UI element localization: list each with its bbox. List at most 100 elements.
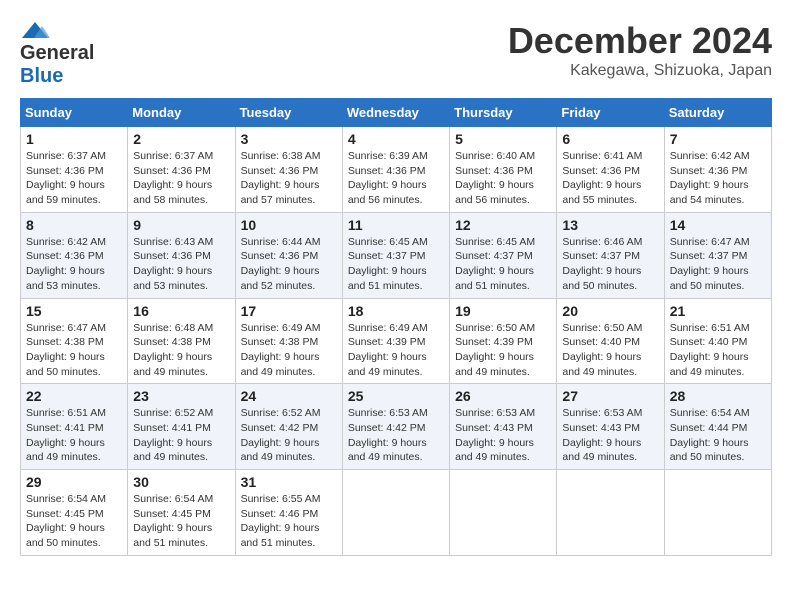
day-info: Sunrise: 6:39 AMSunset: 4:36 PMDaylight:…	[348, 149, 444, 208]
calendar-cell: 5 Sunrise: 6:40 AMSunset: 4:36 PMDaylight…	[450, 127, 557, 213]
calendar-cell	[342, 470, 449, 556]
day-info: Sunrise: 6:43 AMSunset: 4:36 PMDaylight:…	[133, 235, 229, 294]
weekday-header-cell: Monday	[128, 99, 235, 127]
day-number: 23	[133, 388, 229, 404]
day-number: 17	[241, 303, 337, 319]
day-info: Sunrise: 6:45 AMSunset: 4:37 PMDaylight:…	[348, 235, 444, 294]
calendar-cell: 26 Sunrise: 6:53 AMSunset: 4:43 PMDayligh…	[450, 384, 557, 470]
day-number: 29	[26, 474, 122, 490]
day-info: Sunrise: 6:55 AMSunset: 4:46 PMDaylight:…	[241, 492, 337, 551]
day-info: Sunrise: 6:42 AMSunset: 4:36 PMDaylight:…	[26, 235, 122, 294]
calendar-week-row: 1 Sunrise: 6:37 AMSunset: 4:36 PMDaylight…	[21, 127, 772, 213]
calendar-cell: 4 Sunrise: 6:39 AMSunset: 4:36 PMDaylight…	[342, 127, 449, 213]
calendar-week-row: 22 Sunrise: 6:51 AMSunset: 4:41 PMDayligh…	[21, 384, 772, 470]
day-info: Sunrise: 6:49 AMSunset: 4:38 PMDaylight:…	[241, 321, 337, 380]
day-info: Sunrise: 6:48 AMSunset: 4:38 PMDaylight:…	[133, 321, 229, 380]
day-number: 16	[133, 303, 229, 319]
calendar-cell: 17 Sunrise: 6:49 AMSunset: 4:38 PMDayligh…	[235, 298, 342, 384]
day-number: 11	[348, 217, 444, 233]
calendar-cell	[664, 470, 771, 556]
day-number: 15	[26, 303, 122, 319]
calendar-body: 1 Sunrise: 6:37 AMSunset: 4:36 PMDaylight…	[21, 127, 772, 556]
day-number: 21	[670, 303, 766, 319]
day-number: 2	[133, 131, 229, 147]
day-number: 14	[670, 217, 766, 233]
day-number: 4	[348, 131, 444, 147]
calendar-cell: 22 Sunrise: 6:51 AMSunset: 4:41 PMDayligh…	[21, 384, 128, 470]
day-number: 7	[670, 131, 766, 147]
calendar-cell: 12Sunrise: 6:45 AMSunset: 4:37 PMDayligh…	[450, 212, 557, 298]
calendar-week-row: 8 Sunrise: 6:42 AMSunset: 4:36 PMDaylight…	[21, 212, 772, 298]
calendar-cell: 11 Sunrise: 6:45 AMSunset: 4:37 PMDayligh…	[342, 212, 449, 298]
day-number: 8	[26, 217, 122, 233]
calendar-cell: 6 Sunrise: 6:41 AMSunset: 4:36 PMDaylight…	[557, 127, 664, 213]
day-number: 1	[26, 131, 122, 147]
calendar-cell: 10Sunrise: 6:44 AMSunset: 4:36 PMDayligh…	[235, 212, 342, 298]
day-number: 24	[241, 388, 337, 404]
weekday-header-row: SundayMondayTuesdayWednesdayThursdayFrid…	[21, 99, 772, 127]
day-number: 12	[455, 217, 551, 233]
weekday-header-cell: Sunday	[21, 99, 128, 127]
calendar-cell: 16 Sunrise: 6:48 AMSunset: 4:38 PMDayligh…	[128, 298, 235, 384]
day-info: Sunrise: 6:37 AMSunset: 4:36 PMDaylight:…	[26, 149, 122, 208]
weekday-header-cell: Tuesday	[235, 99, 342, 127]
day-info: Sunrise: 6:50 AMSunset: 4:39 PMDaylight:…	[455, 321, 551, 380]
day-info: Sunrise: 6:54 AMSunset: 4:44 PMDaylight:…	[670, 406, 766, 465]
day-number: 25	[348, 388, 444, 404]
weekday-header-cell: Wednesday	[342, 99, 449, 127]
day-info: Sunrise: 6:47 AMSunset: 4:37 PMDaylight:…	[670, 235, 766, 294]
calendar-cell: 31Sunrise: 6:55 AMSunset: 4:46 PMDayligh…	[235, 470, 342, 556]
day-info: Sunrise: 6:50 AMSunset: 4:40 PMDaylight:…	[562, 321, 658, 380]
calendar-cell: 25 Sunrise: 6:53 AMSunset: 4:42 PMDayligh…	[342, 384, 449, 470]
logo: General Blue	[20, 20, 94, 88]
day-info: Sunrise: 6:52 AMSunset: 4:42 PMDaylight:…	[241, 406, 337, 465]
calendar-cell: 24 Sunrise: 6:52 AMSunset: 4:42 PMDayligh…	[235, 384, 342, 470]
calendar-cell: 29Sunrise: 6:54 AMSunset: 4:45 PMDayligh…	[21, 470, 128, 556]
calendar-cell: 13 Sunrise: 6:46 AMSunset: 4:37 PMDayligh…	[557, 212, 664, 298]
calendar-cell: 20Sunrise: 6:50 AMSunset: 4:40 PMDayligh…	[557, 298, 664, 384]
calendar-cell: 23 Sunrise: 6:52 AMSunset: 4:41 PMDayligh…	[128, 384, 235, 470]
weekday-header-cell: Thursday	[450, 99, 557, 127]
calendar-cell: 3Sunrise: 6:38 AMSunset: 4:36 PMDaylight…	[235, 127, 342, 213]
day-info: Sunrise: 6:52 AMSunset: 4:41 PMDaylight:…	[133, 406, 229, 465]
calendar-cell: 15Sunrise: 6:47 AMSunset: 4:38 PMDayligh…	[21, 298, 128, 384]
day-info: Sunrise: 6:54 AMSunset: 4:45 PMDaylight:…	[133, 492, 229, 551]
day-number: 28	[670, 388, 766, 404]
day-number: 26	[455, 388, 551, 404]
day-info: Sunrise: 6:40 AMSunset: 4:36 PMDaylight:…	[455, 149, 551, 208]
calendar-cell: 27Sunrise: 6:53 AMSunset: 4:43 PMDayligh…	[557, 384, 664, 470]
calendar-cell: 28 Sunrise: 6:54 AMSunset: 4:44 PMDayligh…	[664, 384, 771, 470]
day-info: Sunrise: 6:42 AMSunset: 4:36 PMDaylight:…	[670, 149, 766, 208]
day-number: 9	[133, 217, 229, 233]
calendar-cell: 30 Sunrise: 6:54 AMSunset: 4:45 PMDayligh…	[128, 470, 235, 556]
day-info: Sunrise: 6:53 AMSunset: 4:42 PMDaylight:…	[348, 406, 444, 465]
weekday-header-cell: Saturday	[664, 99, 771, 127]
weekday-header-cell: Friday	[557, 99, 664, 127]
title-area: December 2024 Kakegawa, Shizuoka, Japan	[508, 20, 772, 80]
day-number: 13	[562, 217, 658, 233]
day-info: Sunrise: 6:37 AMSunset: 4:36 PMDaylight:…	[133, 149, 229, 208]
day-number: 5	[455, 131, 551, 147]
calendar-cell	[450, 470, 557, 556]
calendar-week-row: 29 Sunrise: 6:54 AMSunset: 4:45 PMDayligh…	[21, 470, 772, 556]
calendar-cell: 9 Sunrise: 6:43 AMSunset: 4:36 PMDaylight…	[128, 212, 235, 298]
day-number: 19	[455, 303, 551, 319]
calendar-cell: 8 Sunrise: 6:42 AMSunset: 4:36 PMDaylight…	[21, 212, 128, 298]
day-number: 22	[26, 388, 122, 404]
day-info: Sunrise: 6:53 AMSunset: 4:43 PMDaylight:…	[455, 406, 551, 465]
day-info: Sunrise: 6:46 AMSunset: 4:37 PMDaylight:…	[562, 235, 658, 294]
day-number: 18	[348, 303, 444, 319]
calendar-cell: 14 Sunrise: 6:47 AMSunset: 4:37 PMDayligh…	[664, 212, 771, 298]
page-header: General Blue December 2024 Kakegawa, Shi…	[20, 20, 772, 88]
calendar-table: SundayMondayTuesdayWednesdayThursdayFrid…	[20, 98, 772, 556]
location-title: Kakegawa, Shizuoka, Japan	[508, 62, 772, 80]
calendar-cell: 18 Sunrise: 6:49 AMSunset: 4:39 PMDayligh…	[342, 298, 449, 384]
day-number: 30	[133, 474, 229, 490]
day-info: Sunrise: 6:49 AMSunset: 4:39 PMDaylight:…	[348, 321, 444, 380]
logo-text-general: General	[20, 42, 94, 64]
calendar-cell: 19 Sunrise: 6:50 AMSunset: 4:39 PMDayligh…	[450, 298, 557, 384]
day-number: 6	[562, 131, 658, 147]
day-info: Sunrise: 6:53 AMSunset: 4:43 PMDaylight:…	[562, 406, 658, 465]
day-info: Sunrise: 6:51 AMSunset: 4:41 PMDaylight:…	[26, 406, 122, 465]
day-info: Sunrise: 6:41 AMSunset: 4:36 PMDaylight:…	[562, 149, 658, 208]
